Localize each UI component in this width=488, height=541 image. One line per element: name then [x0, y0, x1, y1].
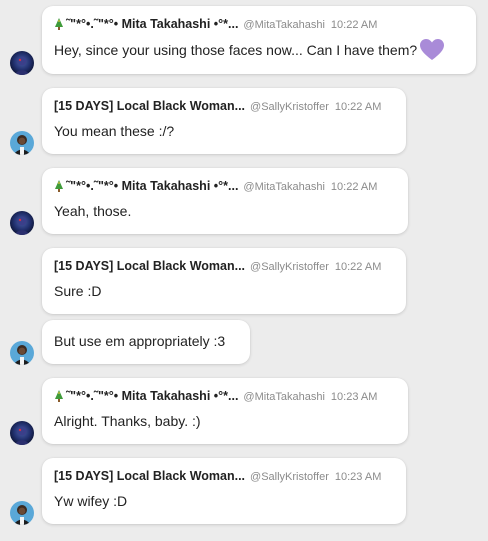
author-name[interactable]: [15 DAYS] Local Black Woman...	[54, 259, 245, 273]
timestamp: 10:23 AM	[334, 471, 382, 483]
author-handle[interactable]: @MitaTakahashi	[243, 391, 324, 403]
timestamp: 10:22 AM	[330, 181, 378, 193]
avatar-mita-icon	[10, 51, 34, 75]
message-header: [15 DAYS] Local Black Woman... @SallyKris…	[54, 258, 381, 275]
message-header: [15 DAYS] Local Black Woman... @SallyKris…	[54, 468, 381, 485]
purple-heart-icon	[420, 39, 445, 66]
timestamp: 10:22 AM	[334, 261, 382, 273]
avatar-mita-icon	[10, 211, 34, 235]
message-text: But use em appropriately :3	[54, 333, 226, 349]
author-handle[interactable]: @MitaTakahashi	[243, 181, 324, 193]
timestamp: 10:23 AM	[330, 391, 378, 403]
avatar-sally-icon	[10, 501, 34, 525]
message-bubble: ˜"*°•.˜"*°• Mita Takahashi •°*... @MitaTa…	[42, 378, 408, 444]
timestamp: 10:22 AM	[330, 19, 378, 31]
message-header: ˜"*°•.˜"*°• Mita Takahashi •°*... @MitaTa…	[54, 16, 377, 34]
message-bubble: ˜"*°•.˜"*°• Mita Takahashi •°*... @MitaTa…	[42, 168, 408, 234]
message-text: Yeah, those.	[54, 203, 132, 219]
avatar[interactable]	[10, 501, 34, 525]
message-bubble: [15 DAYS] Local Black Woman... @SallyKris…	[42, 88, 406, 154]
avatar[interactable]	[10, 51, 34, 75]
avatar-sally-icon	[10, 341, 34, 365]
author-name[interactable]: [15 DAYS] Local Black Woman...	[54, 469, 245, 483]
avatar[interactable]	[10, 131, 34, 155]
message-text: Hey, since your using those faces now...…	[54, 39, 445, 66]
tree-icon	[54, 390, 64, 406]
message-header: [15 DAYS] Local Black Woman... @SallyKris…	[54, 98, 381, 115]
message-bubble: [15 DAYS] Local Black Woman... @SallyKris…	[42, 458, 406, 524]
message-text: You mean these :/?	[54, 123, 175, 139]
author-name[interactable]: ˜"*°•.˜"*°• Mita Takahashi •°*...	[66, 17, 238, 31]
author-handle[interactable]: @SallyKristoffer	[250, 471, 329, 483]
avatar[interactable]	[10, 211, 34, 235]
author-name[interactable]: ˜"*°•.˜"*°• Mita Takahashi •°*...	[66, 389, 238, 403]
author-handle[interactable]: @SallyKristoffer	[250, 261, 329, 273]
author-name[interactable]: ˜"*°•.˜"*°• Mita Takahashi •°*...	[66, 179, 238, 193]
message-header: ˜"*°•.˜"*°• Mita Takahashi •°*... @MitaTa…	[54, 388, 377, 406]
message-bubble: [15 DAYS] Local Black Woman... @SallyKris…	[42, 248, 406, 314]
timestamp: 10:22 AM	[334, 101, 382, 113]
author-handle[interactable]: @MitaTakahashi	[243, 19, 324, 31]
message-body: Hey, since your using those faces now...…	[54, 42, 418, 58]
message-bubble: But use em appropriately :3	[42, 320, 250, 364]
message-text: Yw wifey :D	[54, 493, 128, 509]
message-text: Alright. Thanks, baby. :)	[54, 413, 201, 429]
message-text: Sure :D	[54, 283, 102, 299]
avatar-mita-icon	[10, 421, 34, 445]
tree-icon	[54, 18, 64, 34]
author-name[interactable]: [15 DAYS] Local Black Woman...	[54, 99, 245, 113]
avatar[interactable]	[10, 421, 34, 445]
avatar[interactable]	[10, 341, 34, 365]
message-bubble: ˜"*°•.˜"*°• Mita Takahashi •°*... @MitaTa…	[42, 6, 476, 74]
author-handle[interactable]: @SallyKristoffer	[250, 101, 329, 113]
avatar-sally-icon	[10, 131, 34, 155]
message-header: ˜"*°•.˜"*°• Mita Takahashi •°*... @MitaTa…	[54, 178, 377, 196]
tree-icon	[54, 180, 64, 196]
